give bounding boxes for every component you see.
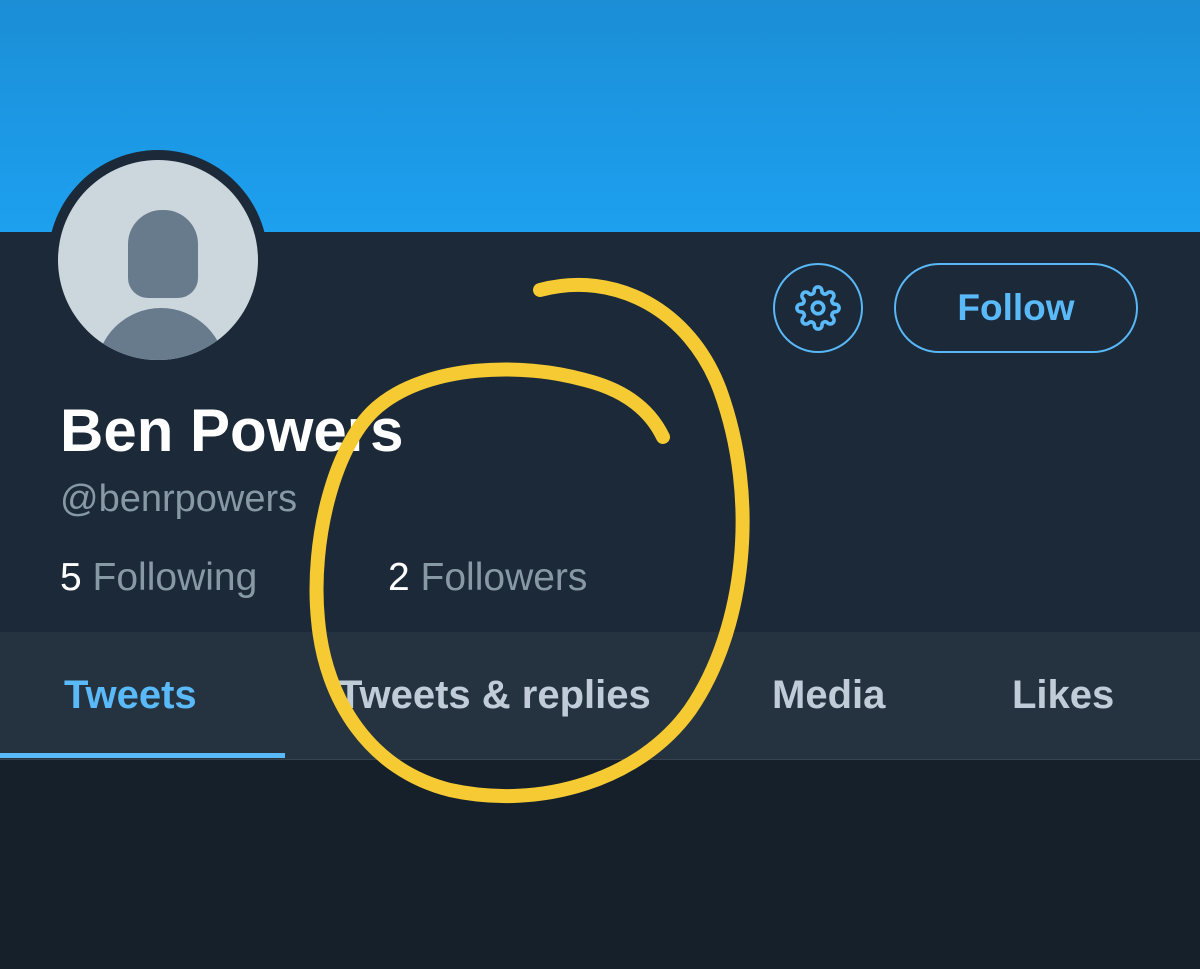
profile-tab-bar: Tweets Tweets & replies Media Likes <box>0 632 1200 760</box>
tab-media[interactable]: Media <box>772 632 885 759</box>
follow-button[interactable]: Follow <box>894 263 1138 353</box>
followers-stat[interactable]: 2 Followers <box>388 555 587 601</box>
gear-icon <box>795 285 841 331</box>
default-avatar-icon <box>58 160 258 360</box>
tab-tweets-and-replies[interactable]: Tweets & replies <box>338 632 651 759</box>
follow-button-label: Follow <box>957 287 1075 328</box>
following-label: Following <box>92 556 258 599</box>
followers-count: 2 <box>388 556 410 599</box>
avatar-body-shape <box>96 308 226 360</box>
followers-label: Followers <box>420 556 588 599</box>
avatar-head-shape <box>128 210 198 298</box>
settings-button[interactable] <box>773 263 863 353</box>
tab-tweets[interactable]: Tweets <box>64 632 197 759</box>
active-tab-indicator <box>0 753 285 758</box>
avatar[interactable] <box>48 150 268 370</box>
following-count: 5 <box>60 556 82 599</box>
following-stat[interactable]: 5 Following <box>60 555 257 601</box>
tab-likes[interactable]: Likes <box>1012 632 1114 759</box>
user-handle: @benrpowers <box>60 478 298 520</box>
display-name: Ben Powers <box>60 397 404 464</box>
